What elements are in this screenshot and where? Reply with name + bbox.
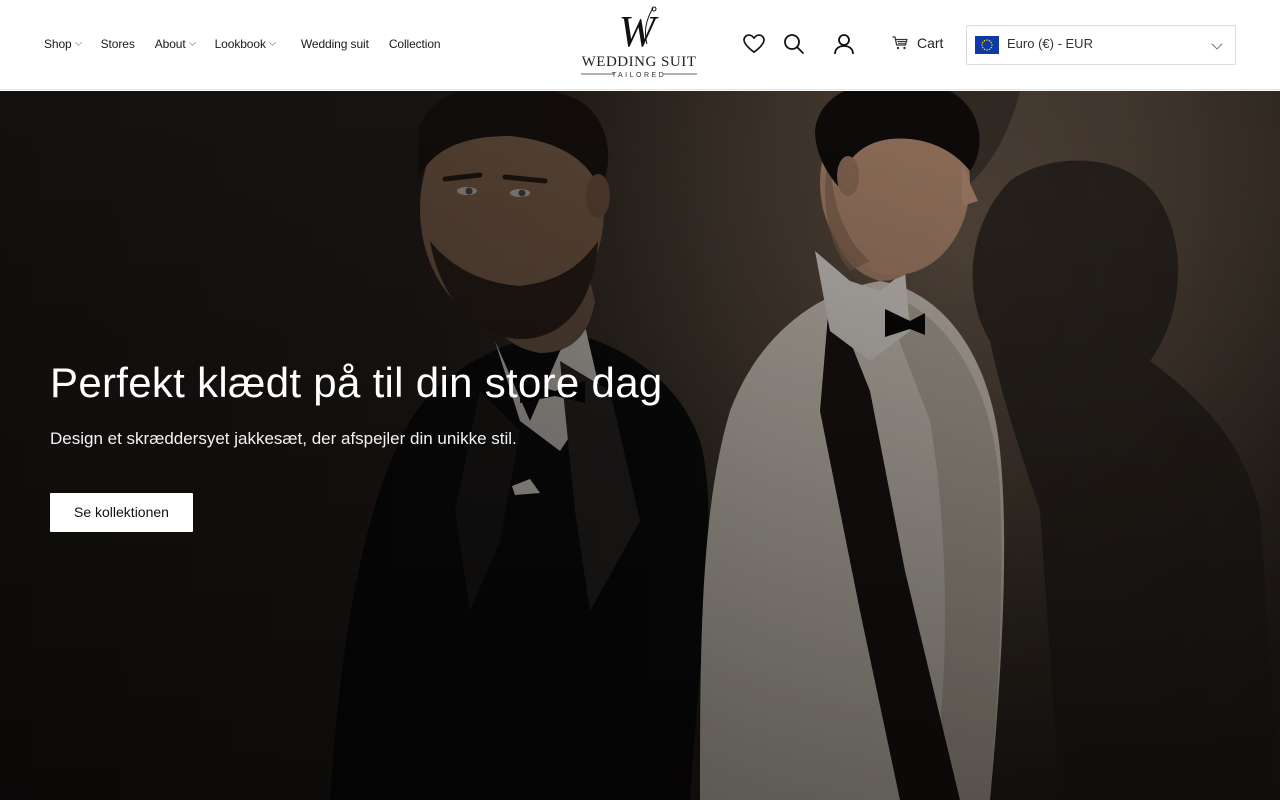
cart-label: Cart [917, 35, 944, 51]
chevron-down-icon [74, 38, 82, 47]
nav-item-label: About [154, 37, 186, 51]
account-button[interactable] [832, 32, 856, 56]
user-icon [834, 34, 854, 55]
nav-item-lookbook[interactable]: Lookbook [214, 37, 276, 51]
nav-item-about[interactable]: About [154, 37, 196, 51]
hero-banner: Perfekt klædt på til din store dag Desig… [0, 91, 1280, 800]
nav-item-collection[interactable]: Collection [389, 37, 441, 51]
see-collection-button[interactable]: Se kollektionen [50, 493, 193, 532]
hero-subtitle: Design et skræddersyet jakkesæt, der afs… [50, 429, 517, 448]
nav-item-stores[interactable]: Stores [101, 37, 135, 51]
nav-item-wedding-suit[interactable]: Wedding suit [301, 37, 369, 51]
logo-monogram: W [619, 7, 659, 56]
search-icon [784, 34, 804, 54]
eu-flag-icon [975, 36, 999, 54]
logo-tagline: TAILORED [612, 72, 667, 79]
wishlist-button[interactable] [742, 32, 766, 56]
cart-button[interactable]: Cart [892, 35, 943, 51]
hero-content: Perfekt klædt på til din store dag Desig… [50, 359, 663, 532]
cart-icon [892, 36, 908, 50]
nav-item-shop[interactable]: Shop [44, 37, 82, 51]
main-nav: Shop Stores About Lookbook Wedding suit … [44, 37, 441, 51]
hero-title: Perfekt klædt på til din store dag [50, 359, 663, 406]
chevron-down-icon [268, 38, 276, 47]
currency-selector[interactable]: Euro (€) - EUR [966, 25, 1236, 65]
nav-item-label: Wedding suit [300, 37, 369, 51]
heart-icon [743, 34, 765, 53]
site-header: Shop Stores About Lookbook Wedding suit … [0, 0, 1280, 90]
nav-item-label: Stores [100, 37, 135, 51]
currency-value: Euro (€) - EUR [1007, 36, 1093, 51]
search-button[interactable] [782, 32, 806, 56]
nav-item-label: Shop [44, 37, 72, 51]
nav-item-label: Lookbook [214, 37, 266, 51]
chevron-down-icon [188, 38, 196, 47]
brand-logo[interactable]: W WEDDING SUIT TAILORED [577, 4, 701, 82]
logo-name: WEDDING SUIT [582, 54, 697, 70]
chevron-down-icon [1211, 38, 1223, 50]
nav-item-label: Collection [388, 37, 441, 51]
